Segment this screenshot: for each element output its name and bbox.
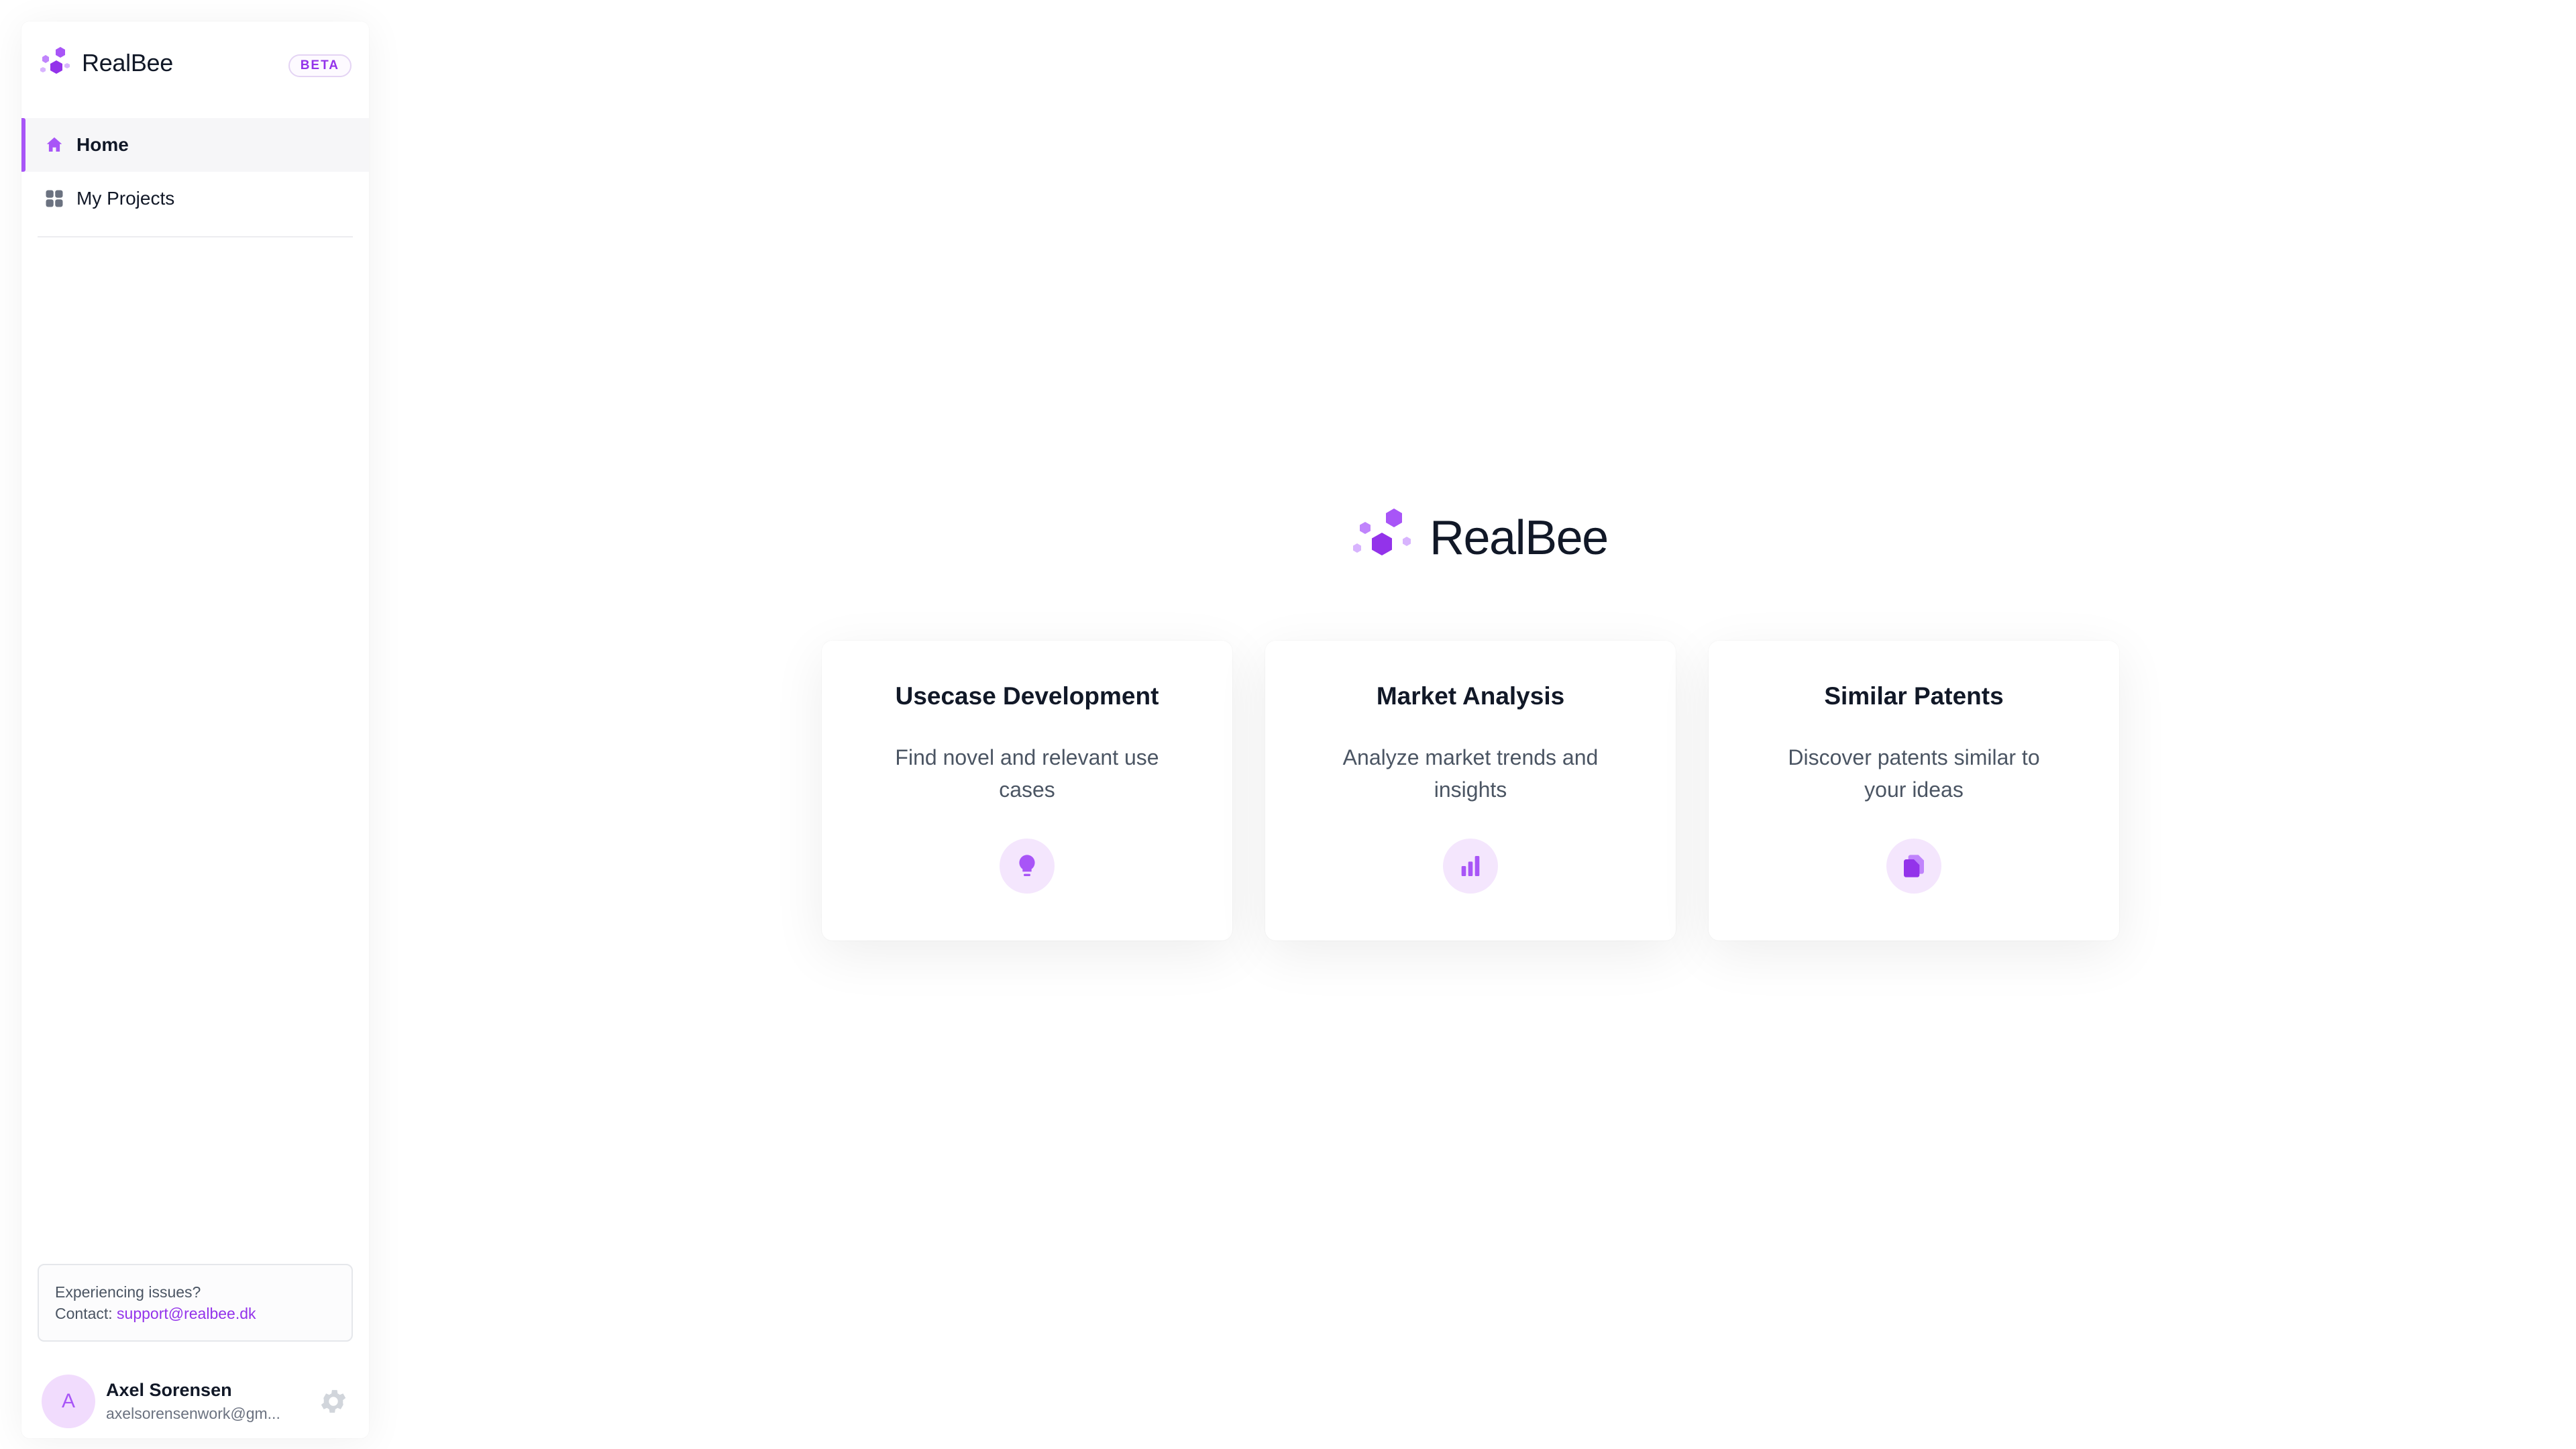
- card-title: Market Analysis: [1376, 682, 1565, 710]
- grid-icon: [46, 190, 63, 207]
- support-contact: Contact: support@realbee.dk: [55, 1303, 335, 1324]
- sidebar-brand[interactable]: RealBee: [38, 44, 173, 82]
- home-icon: [46, 137, 62, 152]
- avatar[interactable]: A: [42, 1375, 95, 1428]
- user-info: Axel Sorensen axelsorensenwork@gm...: [106, 1380, 318, 1423]
- user-profile[interactable]: A Axel Sorensen axelsorensenwork@gm...: [42, 1373, 349, 1430]
- realbee-logo-icon: [40, 47, 70, 74]
- gear-icon[interactable]: [318, 1386, 349, 1417]
- sidebar-item-home[interactable]: Home: [21, 118, 369, 172]
- contact-prefix: Contact:: [55, 1305, 117, 1322]
- card-icon-container: [1443, 839, 1498, 894]
- support-email-link[interactable]: support@realbee.dk: [117, 1305, 256, 1322]
- card-description: Discover patents similar to your ideas: [1788, 745, 2040, 802]
- bar-chart-icon: [1461, 856, 1480, 876]
- card-icon-container: [1000, 839, 1055, 894]
- sidebar-item-label: Home: [76, 134, 129, 155]
- sidebar-item-my-projects[interactable]: My Projects: [21, 172, 369, 225]
- beta-badge: BETA: [288, 54, 352, 77]
- main-logo-text: RealBee: [1430, 511, 1609, 565]
- realbee-logo-icon: [1353, 508, 1411, 555]
- card-title: Similar Patents: [1824, 682, 2004, 710]
- main-logo: RealBee: [1345, 504, 1609, 572]
- card-title: Usecase Development: [895, 682, 1159, 710]
- support-text: Experiencing issues?: [55, 1283, 201, 1301]
- sidebar-item-label: My Projects: [76, 188, 175, 209]
- card-market-analysis[interactable]: Market Analysis Analyze market trends an…: [1265, 641, 1676, 941]
- sidebar: RealBee BETA Home My Projects Experienci…: [21, 21, 369, 1438]
- documents-icon: [1904, 855, 1924, 877]
- user-name: Axel Sorensen: [106, 1380, 232, 1400]
- card-description: Analyze market trends and insights: [1342, 745, 1599, 802]
- card-usecase-development[interactable]: Usecase Development Find novel and relev…: [822, 641, 1232, 941]
- support-box: Experiencing issues? Contact: support@re…: [38, 1264, 353, 1342]
- brand-name: RealBee: [82, 49, 173, 76]
- card-description: Find novel and relevant use cases: [895, 745, 1159, 802]
- lightbulb-icon: [1019, 855, 1035, 876]
- card-icon-container: [1886, 839, 1941, 894]
- card-similar-patents[interactable]: Similar Patents Discover patents similar…: [1709, 641, 2119, 941]
- user-email: axelsorensenwork@gm...: [106, 1405, 280, 1422]
- sidebar-divider: [38, 236, 353, 237]
